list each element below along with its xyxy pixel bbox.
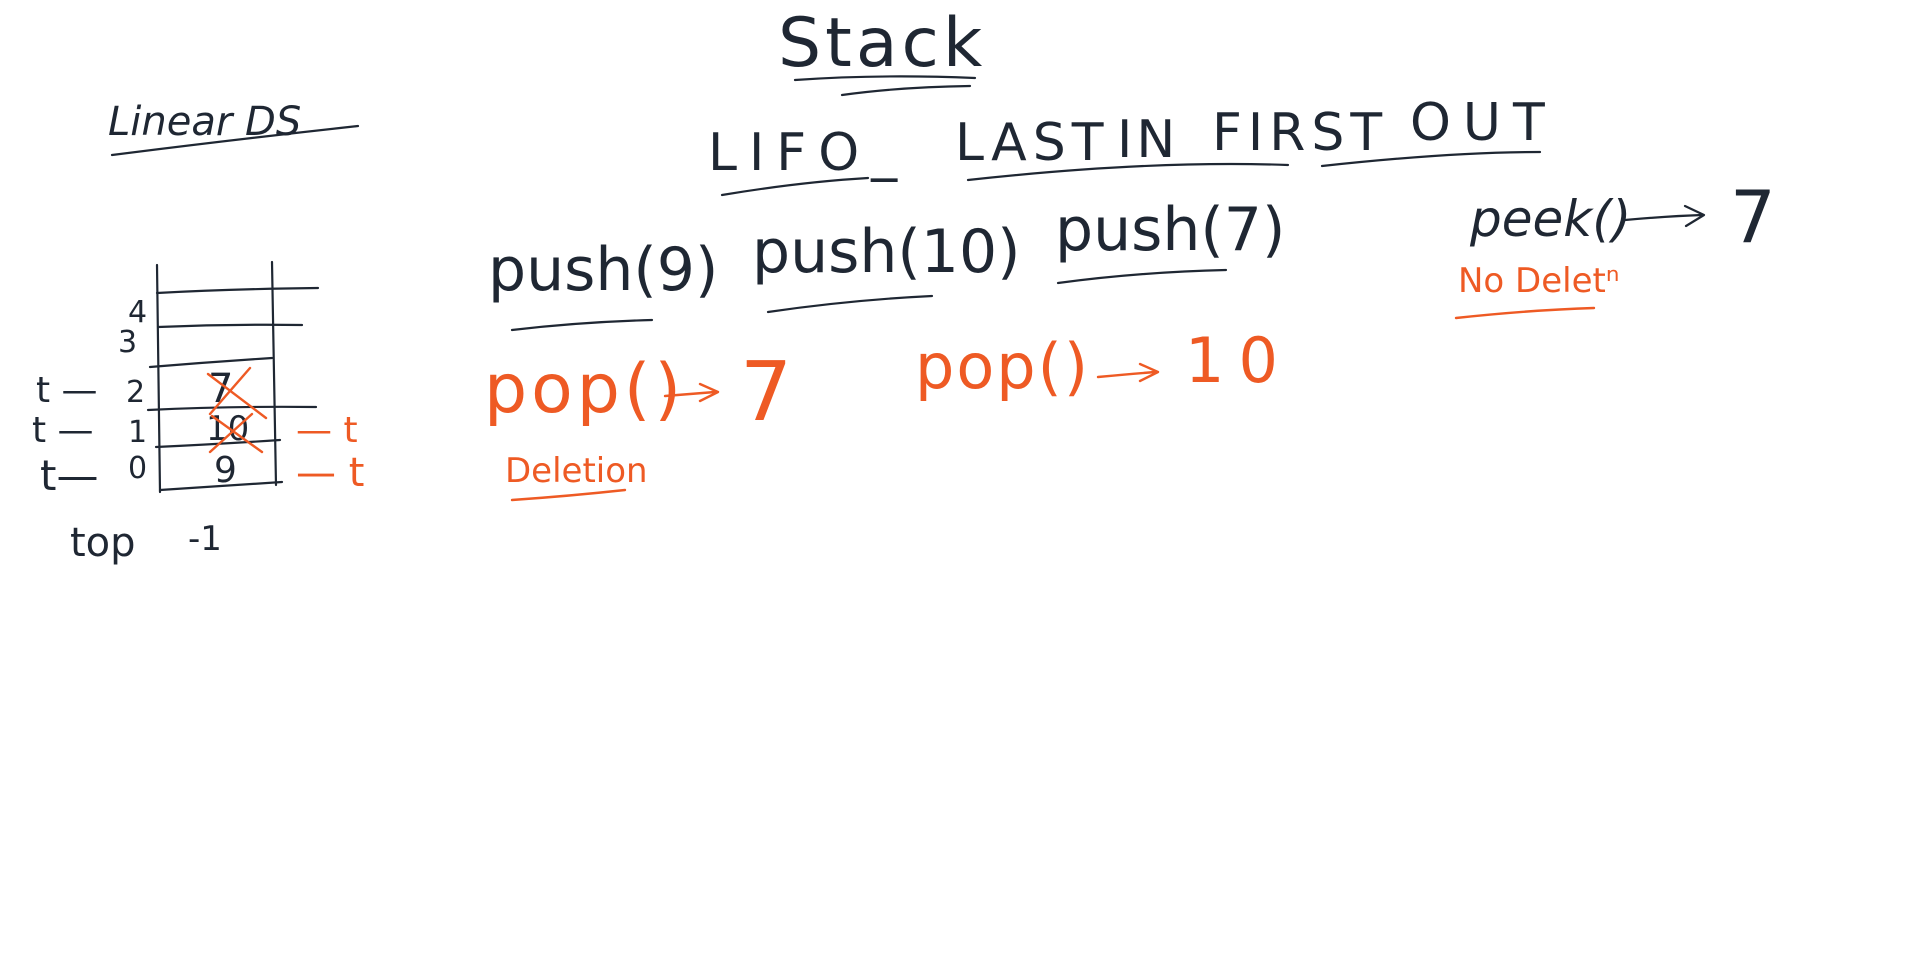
- stack-pointer-left-0: t—: [40, 451, 98, 500]
- push-9-label: push(9): [488, 235, 718, 305]
- pop-2-result: 10: [1185, 324, 1292, 397]
- peek-label: peek(): [1469, 190, 1631, 248]
- deletion-underline: [510, 488, 627, 502]
- whiteboard-canvas: Stack Linear DS LIFO_ LAST IN FIRST OUT …: [32, 4, 1776, 566]
- stack-diagram: 4 3 2 1 0 t — t — t— 7 10 9 — t — t top …: [32, 260, 364, 566]
- pop-1-result: 7: [740, 345, 792, 440]
- stack-index-3: 3: [118, 325, 137, 360]
- lifo-word-out: OUT: [1410, 93, 1557, 153]
- page-title: Stack: [778, 4, 986, 83]
- linear-ds-label: Linear DS: [108, 99, 301, 145]
- peek-result: 7: [1730, 175, 1776, 259]
- push-10-label: push(10): [752, 217, 1021, 287]
- peek-note-underline: [1454, 306, 1596, 320]
- lifo-word-in: IN: [1117, 110, 1179, 170]
- top-value: -1: [188, 519, 222, 559]
- title-underline-2: [840, 84, 972, 97]
- peek-note: No Deletⁿ: [1458, 261, 1619, 301]
- stack-pointer-right-1: — t: [296, 410, 358, 451]
- deletion-note: Deletion: [505, 451, 648, 491]
- push-10-underline: [766, 294, 934, 314]
- stack-left-wall: [155, 263, 162, 494]
- peek-arrow-icon: [1623, 204, 1706, 228]
- pop-2-label: pop(): [915, 330, 1090, 403]
- stack-index-1: 1: [128, 415, 147, 450]
- push-9-underline: [510, 318, 654, 332]
- push-7-underline: [1056, 268, 1228, 285]
- stack-line-1: [155, 286, 320, 295]
- stack-right-wall: [270, 260, 278, 487]
- lifo-abbr: LIFO_: [708, 123, 909, 183]
- stack-index-0: 0: [128, 451, 147, 486]
- push-7-label: push(7): [1055, 195, 1285, 265]
- stack-value-9: 9: [214, 450, 237, 491]
- stack-pointer-left-2: t —: [36, 370, 98, 411]
- stack-pointer-right-0: — t: [296, 450, 364, 496]
- stack-pointer-left-1: t —: [32, 410, 94, 451]
- stack-line-2: [156, 323, 304, 329]
- pop-1-label: pop(): [484, 350, 685, 429]
- stack-index-2: 2: [126, 375, 145, 410]
- pop-2-arrow-icon: [1096, 362, 1160, 383]
- lifo-word-first: FIRST: [1212, 103, 1388, 163]
- lifo-word-last: LAST: [955, 113, 1110, 173]
- top-label: top: [70, 520, 136, 566]
